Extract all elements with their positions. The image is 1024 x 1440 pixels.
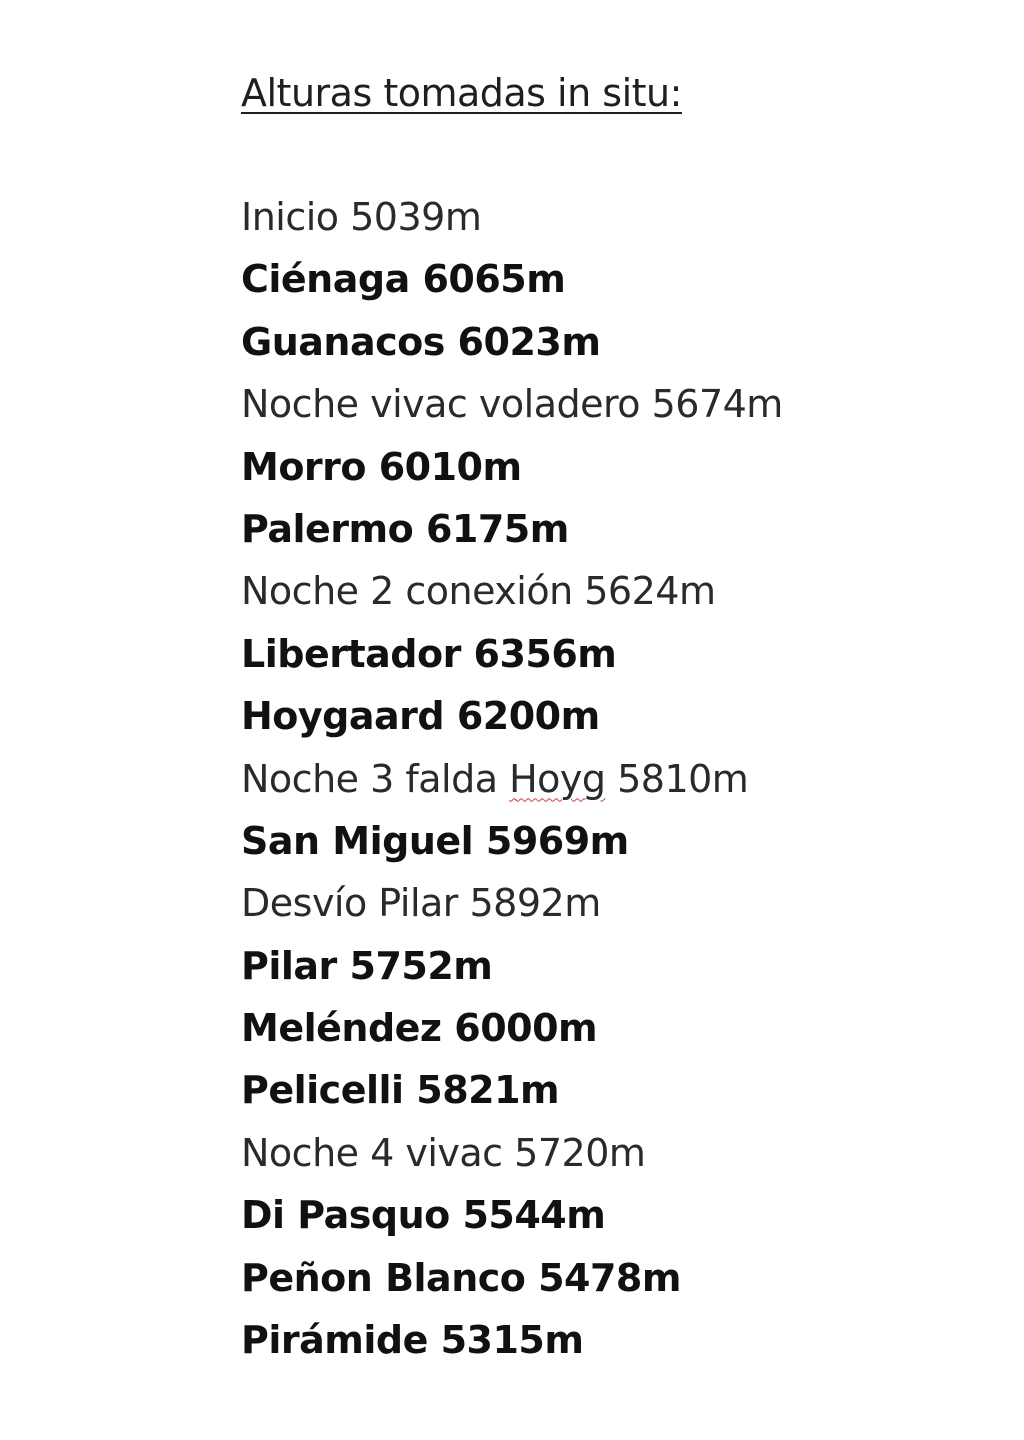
altitude-entry-melendez: Meléndez 6000m xyxy=(241,1006,598,1051)
altitude-entry-pilar: Pilar 5752m xyxy=(241,943,493,988)
altitude-entry-guanacos: Guanacos 6023m xyxy=(241,319,601,364)
altitude-entry-noche-3-falda: Noche 3 falda Hoyg 5810m xyxy=(241,748,1001,810)
altitude-entry-noche-2-conexion: Noche 2 conexión 5624m xyxy=(241,569,716,614)
document-title: Alturas tomadas in situ: xyxy=(241,71,682,115)
altitude-entry-noche-vivac-voladero: Noche vivac voladero 5674m xyxy=(241,382,783,427)
altitude-entry-desvio-pilar: Desvío Pilar 5892m xyxy=(241,881,601,926)
altitude-list: Inicio 5039m Ciénaga 6065m Guanacos 6023… xyxy=(241,186,1001,1371)
document-body: Alturas tomadas in situ: Inicio 5039m Ci… xyxy=(241,62,1001,1371)
altitude-entry-noche-4-vivac: Noche 4 vivac 5720m xyxy=(241,1130,646,1175)
altitude-entry-pelicelli: Pelicelli 5821m xyxy=(241,1068,560,1113)
altitude-entry-cienaga: Ciénaga 6065m xyxy=(241,257,566,302)
altitude-entry-san-miguel: San Miguel 5969m xyxy=(241,818,629,863)
altitude-entry-libertador: Libertador 6356m xyxy=(241,631,617,676)
altitude-entry-di-pasquo: Di Pasquo 5544m xyxy=(241,1193,606,1238)
altitude-entry-piramide: Pirámide 5315m xyxy=(241,1318,584,1363)
altitude-entry-palermo: Palermo 6175m xyxy=(241,506,569,551)
altitude-entry-hoygaard: Hoygaard 6200m xyxy=(241,694,600,739)
altitude-entry-morro: Morro 6010m xyxy=(241,444,522,489)
misspelled-word[interactable]: Hoyg xyxy=(509,757,606,801)
entry-text-after: 5810m xyxy=(605,756,749,801)
entry-text-before: Noche 3 falda xyxy=(241,756,510,801)
altitude-entry-penon-blanco: Peñon Blanco 5478m xyxy=(241,1255,681,1300)
altitude-entry-inicio: Inicio 5039m xyxy=(241,195,482,239)
